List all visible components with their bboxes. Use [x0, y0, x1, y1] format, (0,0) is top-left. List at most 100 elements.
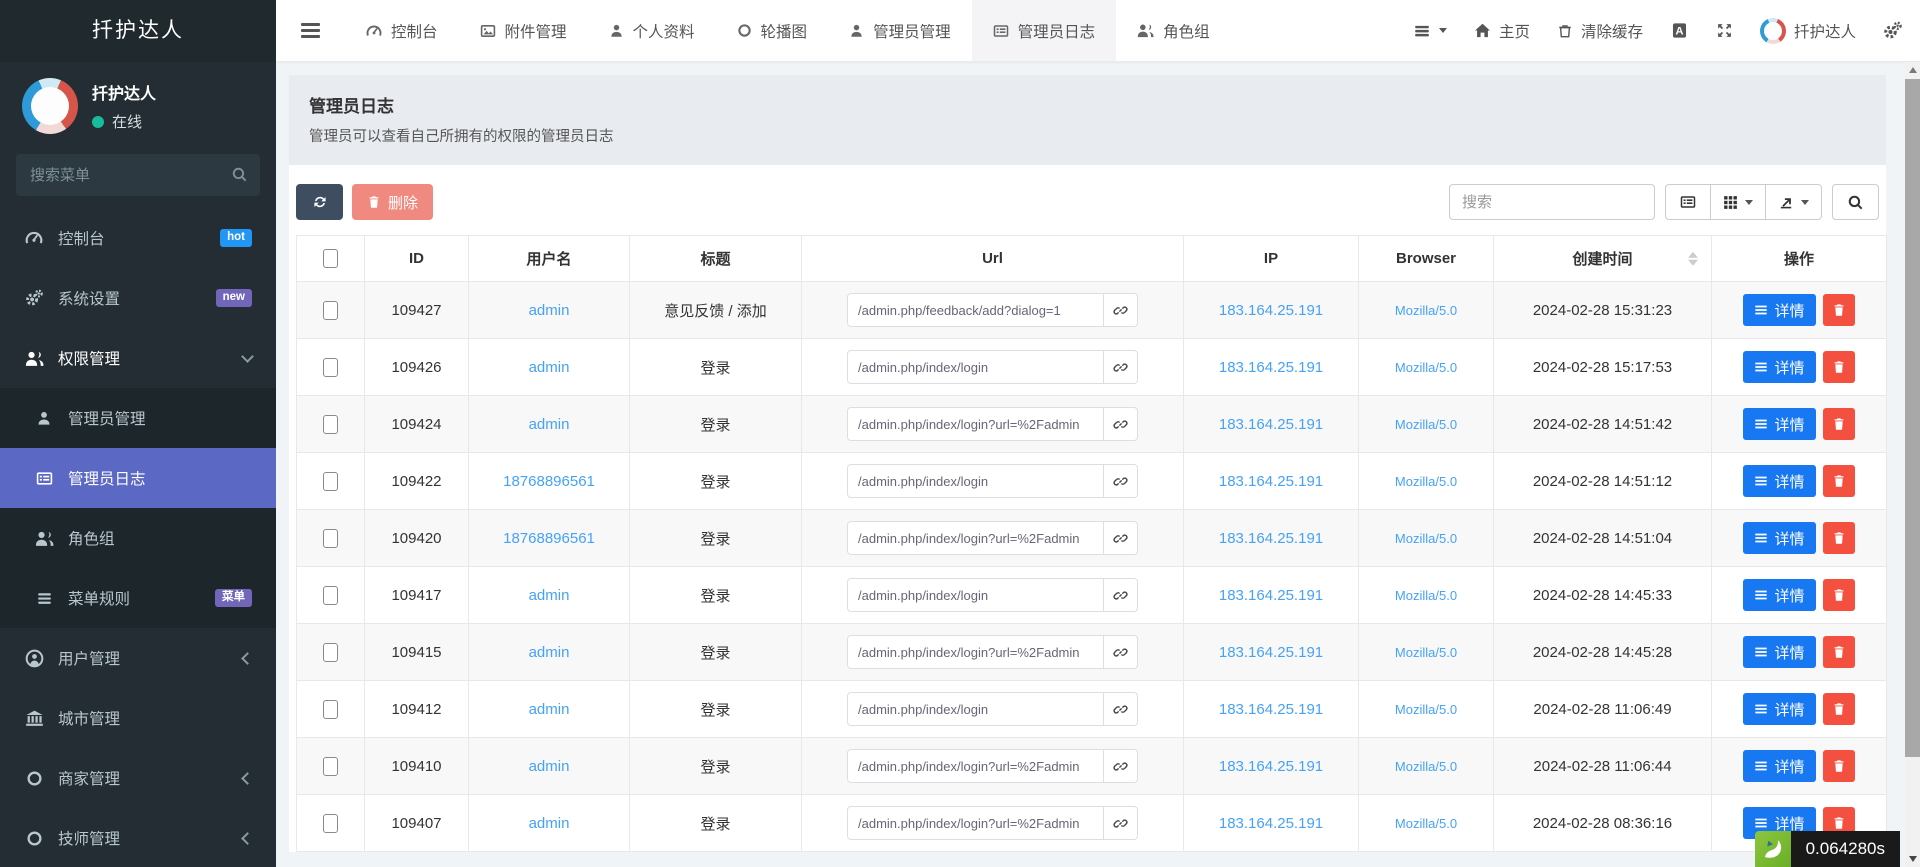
scrollbar-thumb[interactable]: [1905, 79, 1920, 757]
ip-link[interactable]: 183.164.25.191: [1219, 644, 1323, 661]
browser-link[interactable]: Mozilla/5.0: [1395, 360, 1457, 375]
open-url-button[interactable]: [1104, 806, 1138, 840]
row-delete-button[interactable]: [1823, 579, 1855, 611]
row-delete-button[interactable]: [1823, 693, 1855, 725]
username-link[interactable]: admin: [529, 587, 570, 604]
row-delete-button[interactable]: [1823, 351, 1855, 383]
menu-search-input[interactable]: [16, 154, 260, 196]
row-checkbox[interactable]: [323, 529, 338, 548]
ip-link[interactable]: 183.164.25.191: [1219, 416, 1323, 433]
delete-button[interactable]: 删除: [352, 184, 433, 220]
row-delete-button[interactable]: [1823, 522, 1855, 554]
detail-button[interactable]: 详情: [1743, 693, 1815, 725]
detail-button[interactable]: 详情: [1743, 351, 1815, 383]
detail-button[interactable]: 详情: [1743, 294, 1815, 326]
select-all-checkbox[interactable]: [323, 249, 338, 268]
sidebar-item-system-settings[interactable]: 系统设置 new: [0, 268, 276, 328]
ip-link[interactable]: 183.164.25.191: [1219, 815, 1323, 832]
thinkphp-debug-bar[interactable]: 0.064280s: [1755, 831, 1900, 867]
fullscreen-button[interactable]: [1716, 22, 1733, 39]
row-checkbox[interactable]: [323, 472, 338, 491]
username-link[interactable]: admin: [529, 815, 570, 832]
url-input[interactable]: [847, 293, 1104, 327]
sidebar-item-admin-log[interactable]: 管理员日志: [0, 448, 276, 508]
row-checkbox[interactable]: [323, 700, 338, 719]
detail-button[interactable]: 详情: [1743, 408, 1815, 440]
sidebar-item-admin-manage[interactable]: 管理员管理: [0, 388, 276, 448]
row-delete-button[interactable]: [1823, 636, 1855, 668]
open-url-button[interactable]: [1104, 578, 1138, 612]
row-checkbox[interactable]: [323, 757, 338, 776]
row-checkbox[interactable]: [323, 643, 338, 662]
search-button[interactable]: [1832, 184, 1879, 220]
url-input[interactable]: [847, 806, 1104, 840]
username-link[interactable]: admin: [529, 758, 570, 775]
clear-cache-button[interactable]: 清除缓存: [1557, 20, 1643, 42]
scroll-down-arrow-icon[interactable]: [1905, 851, 1920, 867]
browser-link[interactable]: Mozilla/5.0: [1395, 474, 1457, 489]
row-delete-button[interactable]: [1823, 294, 1855, 326]
detail-button[interactable]: 详情: [1743, 579, 1815, 611]
export-button[interactable]: [1766, 184, 1822, 220]
username-link[interactable]: admin: [529, 701, 570, 718]
browser-link[interactable]: Mozilla/5.0: [1395, 645, 1457, 660]
columns-button[interactable]: [1711, 184, 1766, 220]
tab-role-group[interactable]: 角色组: [1116, 0, 1231, 61]
sidebar-item-merchant-manage[interactable]: 商家管理: [0, 748, 276, 808]
vertical-scrollbar[interactable]: [1905, 62, 1920, 867]
tab-admin-manage[interactable]: 管理员管理: [828, 0, 972, 61]
ip-link[interactable]: 183.164.25.191: [1219, 473, 1323, 490]
username-link[interactable]: admin: [529, 644, 570, 661]
sidebar-item-city-manage[interactable]: 城市管理: [0, 688, 276, 748]
username-link[interactable]: 18768896561: [503, 473, 595, 490]
detail-button[interactable]: 详情: [1743, 750, 1815, 782]
sidebar-item-dashboard[interactable]: 控制台 hot: [0, 208, 276, 268]
account-menu[interactable]: 扦护达人: [1760, 18, 1856, 44]
detail-button[interactable]: 详情: [1743, 522, 1815, 554]
ip-link[interactable]: 183.164.25.191: [1219, 530, 1323, 547]
sidebar-item-technician-manage[interactable]: 技师管理: [0, 808, 276, 867]
browser-link[interactable]: Mozilla/5.0: [1395, 417, 1457, 432]
tabs-dropdown-button[interactable]: [1413, 22, 1447, 40]
ip-link[interactable]: 183.164.25.191: [1219, 302, 1323, 319]
refresh-button[interactable]: [296, 184, 343, 220]
row-delete-button[interactable]: [1823, 465, 1855, 497]
open-url-button[interactable]: [1104, 293, 1138, 327]
sidebar-toggle-button[interactable]: [276, 0, 345, 61]
open-url-button[interactable]: [1104, 635, 1138, 669]
tab-admin-log[interactable]: 管理员日志: [972, 0, 1117, 61]
url-input[interactable]: [847, 635, 1104, 669]
sidebar-item-user-manage[interactable]: 用户管理: [0, 628, 276, 688]
row-checkbox[interactable]: [323, 586, 338, 605]
url-input[interactable]: [847, 464, 1104, 498]
open-url-button[interactable]: [1104, 464, 1138, 498]
home-link[interactable]: 主页: [1474, 20, 1530, 42]
open-url-button[interactable]: [1104, 407, 1138, 441]
browser-link[interactable]: Mozilla/5.0: [1395, 759, 1457, 774]
browser-link[interactable]: Mozilla/5.0: [1395, 588, 1457, 603]
ip-link[interactable]: 183.164.25.191: [1219, 701, 1323, 718]
ip-link[interactable]: 183.164.25.191: [1219, 758, 1323, 775]
browser-link[interactable]: Mozilla/5.0: [1395, 531, 1457, 546]
tab-dashboard[interactable]: 控制台: [345, 0, 459, 61]
url-input[interactable]: [847, 578, 1104, 612]
scroll-up-arrow-icon[interactable]: [1905, 62, 1920, 78]
tab-profile[interactable]: 个人资料: [588, 0, 716, 61]
detail-button[interactable]: 详情: [1743, 636, 1815, 668]
tab-attachments[interactable]: 附件管理: [459, 0, 588, 61]
sidebar-item-menu-rules[interactable]: 菜单规则 菜单: [0, 568, 276, 628]
url-input[interactable]: [847, 407, 1104, 441]
url-input[interactable]: [847, 350, 1104, 384]
row-delete-button[interactable]: [1823, 750, 1855, 782]
browser-link[interactable]: Mozilla/5.0: [1395, 816, 1457, 831]
row-checkbox[interactable]: [323, 814, 338, 833]
username-link[interactable]: admin: [529, 359, 570, 376]
detail-button[interactable]: 详情: [1743, 465, 1815, 497]
toggle-view-button[interactable]: [1665, 184, 1711, 220]
url-input[interactable]: [847, 692, 1104, 726]
table-search-input[interactable]: [1449, 184, 1655, 220]
language-button[interactable]: A: [1670, 21, 1689, 40]
url-input[interactable]: [847, 521, 1104, 555]
username-link[interactable]: admin: [529, 416, 570, 433]
row-checkbox[interactable]: [323, 301, 338, 320]
